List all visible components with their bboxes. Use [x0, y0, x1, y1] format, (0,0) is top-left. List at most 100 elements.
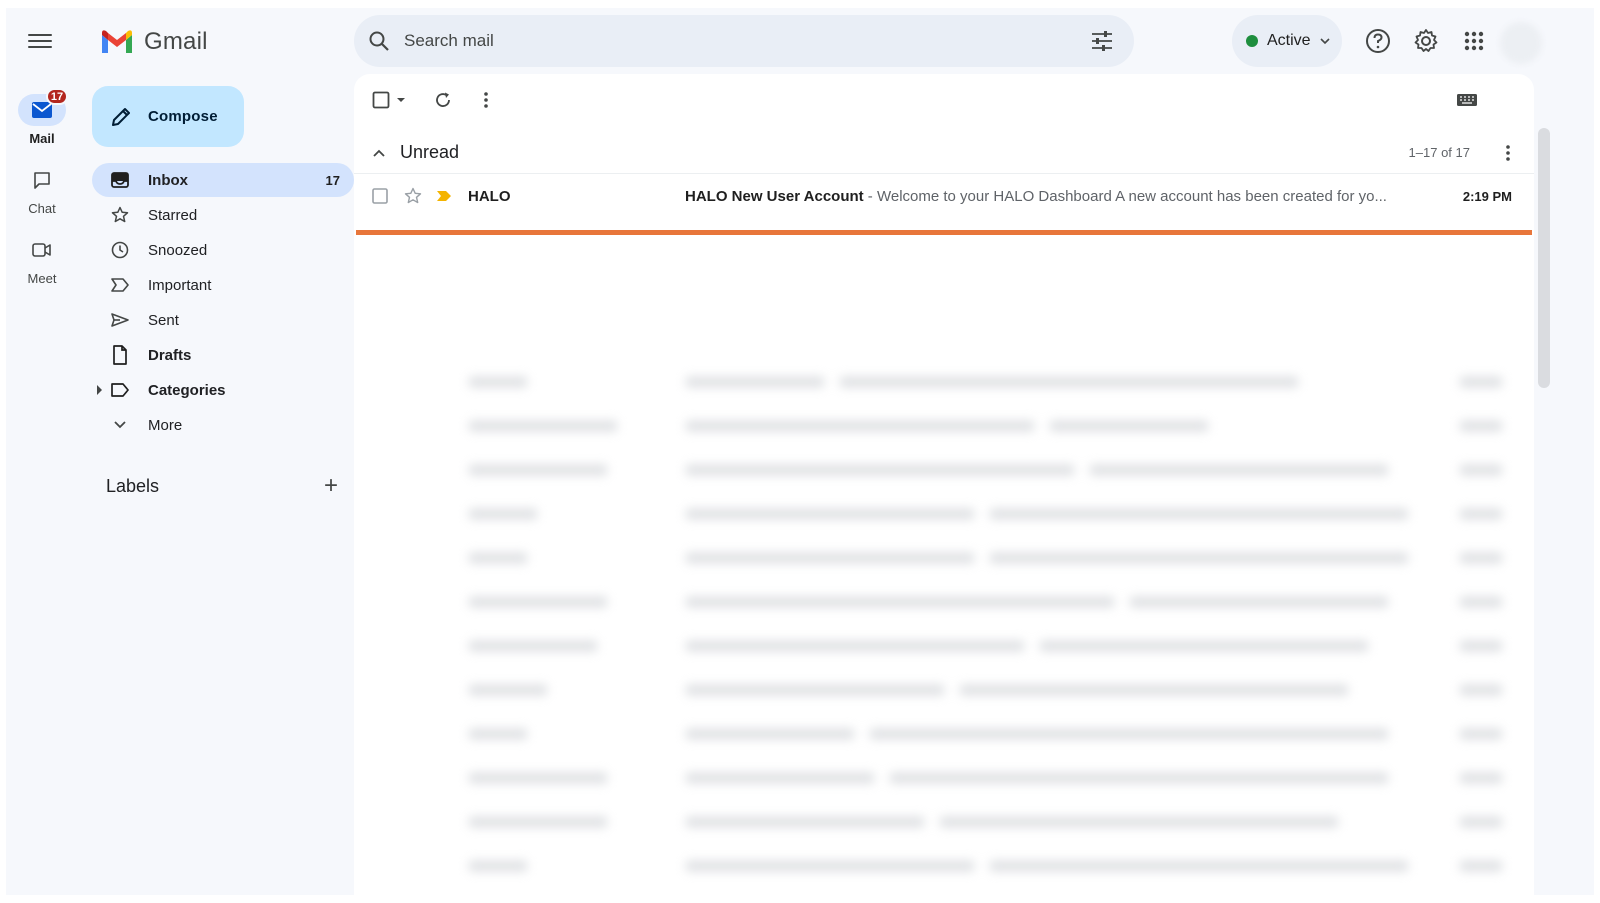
chevron-down-icon [1320, 38, 1330, 45]
placeholder-bar [1459, 376, 1503, 388]
chevron-up-icon[interactable] [372, 148, 386, 158]
search-options-icon[interactable] [1090, 30, 1114, 52]
placeholder-bar [1459, 508, 1503, 520]
placeholder-bar [468, 376, 528, 388]
help-icon[interactable] [1364, 27, 1392, 55]
placeholder-row [354, 640, 1534, 654]
placeholder-row [354, 420, 1534, 434]
placeholder-row [354, 552, 1534, 566]
search-icon[interactable] [368, 30, 390, 52]
row-time: 2:19 PM [1462, 188, 1512, 204]
placeholder-bar [1459, 552, 1503, 564]
placeholder-bar [468, 464, 608, 476]
nav-item-snoozed[interactable]: Snoozed [92, 233, 354, 267]
apps-grid-icon[interactable] [1460, 27, 1488, 55]
nav-item-categories[interactable]: Categories [92, 373, 354, 407]
settings-gear-icon[interactable] [1412, 27, 1440, 55]
refresh-icon[interactable] [434, 85, 452, 115]
label-icon [110, 380, 130, 400]
row-checkbox[interactable] [372, 188, 388, 204]
keyboard-icon[interactable] [1456, 85, 1478, 115]
rail-item-mail[interactable]: 17 Mail [6, 88, 78, 146]
rail-item-chat[interactable]: Chat [6, 164, 78, 216]
placeholder-bar [685, 420, 1035, 432]
nav-item-starred[interactable]: Starred [92, 198, 354, 232]
row-subject-line: HALO New User Account - Welcome to your … [685, 188, 1410, 205]
nav-item-important[interactable]: Important [92, 268, 354, 302]
nav-item-inbox[interactable]: Inbox 17 [92, 163, 354, 197]
clock-icon [110, 240, 130, 260]
select-dropdown-icon[interactable] [396, 85, 406, 115]
compose-button[interactable]: Compose [92, 86, 244, 147]
important-icon [110, 275, 130, 295]
add-label-icon[interactable]: + [324, 474, 338, 498]
placeholder-bar [1129, 596, 1389, 608]
status-selector[interactable]: Active [1232, 15, 1342, 67]
inbox-icon [110, 170, 130, 190]
section-title: Unread [400, 142, 460, 162]
placeholder-row [354, 464, 1534, 478]
pagination-range: 1–17 of 17 [1408, 145, 1470, 160]
placeholder-row [354, 728, 1534, 742]
main-menu-icon[interactable] [26, 30, 54, 54]
blurred-message-list [354, 236, 1534, 895]
placeholder-bar [468, 860, 528, 872]
placeholder-row [354, 596, 1534, 610]
unread-section-header[interactable]: Unread 1–17 of 17 [354, 132, 1534, 174]
select-all-checkbox[interactable] [372, 85, 390, 115]
placeholder-bar [1459, 596, 1503, 608]
placeholder-bar [939, 816, 1339, 828]
placeholder-row [354, 508, 1534, 522]
gmail-logo[interactable]: Gmail [100, 28, 208, 56]
placeholder-bar [1459, 640, 1503, 652]
placeholder-bar [685, 684, 945, 696]
placeholder-row [354, 772, 1534, 786]
placeholder-bar [685, 552, 975, 564]
nav-label-starred: Starred [148, 206, 198, 224]
nav-label-more: More [148, 416, 183, 434]
rail-label-chat: Chat [28, 201, 56, 216]
unread-badge: 17 [46, 88, 68, 105]
mail-icon [32, 102, 52, 118]
placeholder-bar [869, 728, 1389, 740]
important-marker-icon[interactable] [436, 190, 452, 202]
placeholder-bar [685, 596, 1115, 608]
message-list-panel: Unread 1–17 of 17 HALO HALO New User Acc… [354, 74, 1534, 895]
list-scrollbar[interactable] [1538, 128, 1550, 388]
placeholder-bar [685, 640, 1025, 652]
expand-caret-icon[interactable] [97, 385, 102, 395]
account-avatar[interactable] [1500, 22, 1542, 64]
nav-item-more[interactable]: More [92, 408, 354, 442]
nav-item-sent[interactable]: Sent [92, 303, 354, 337]
placeholder-bar [468, 596, 608, 608]
loading-progress-bar [356, 230, 1532, 235]
labels-header: Labels + [106, 474, 338, 498]
placeholder-bar [468, 816, 608, 828]
more-options-icon[interactable] [484, 85, 488, 115]
placeholder-bar [685, 464, 1075, 476]
placeholder-bar [839, 376, 1299, 388]
placeholder-bar [989, 860, 1409, 872]
star-icon[interactable] [404, 187, 422, 205]
placeholder-bar [685, 860, 975, 872]
pencil-icon [112, 107, 130, 126]
placeholder-bar [1459, 816, 1503, 828]
section-menu-icon[interactable] [1506, 145, 1510, 166]
search-input[interactable] [404, 31, 1090, 51]
meet-pill [18, 234, 66, 266]
placeholder-bar [989, 508, 1409, 520]
nav-label-inbox: Inbox [148, 171, 188, 189]
nav-item-drafts[interactable]: Drafts [92, 338, 354, 372]
gmail-m-icon [102, 30, 132, 53]
rail-label-mail: Mail [29, 131, 55, 146]
placeholder-bar [1049, 420, 1209, 432]
row-sender: HALO [468, 187, 511, 205]
placeholder-bar [1459, 420, 1503, 432]
rail-item-meet[interactable]: Meet [6, 234, 78, 286]
status-dot [1246, 35, 1258, 47]
chevron-down-icon [110, 415, 130, 435]
nav-label-sent: Sent [148, 311, 179, 329]
table-row[interactable]: HALO HALO New User Account - Welcome to … [354, 174, 1534, 218]
search-bar [354, 15, 1134, 67]
placeholder-bar [685, 728, 855, 740]
